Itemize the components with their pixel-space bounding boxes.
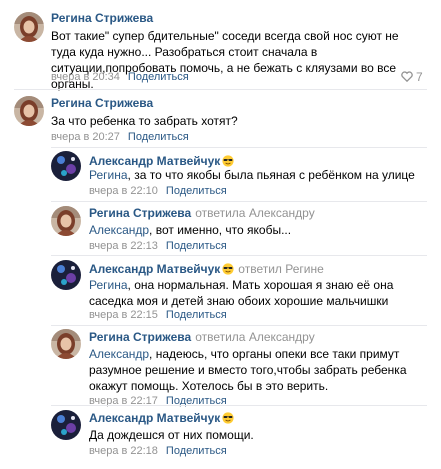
share-link[interactable]: Поделиться <box>166 445 227 457</box>
addressee-link[interactable]: Регина <box>89 168 128 182</box>
like-button[interactable]: 7 <box>401 70 423 84</box>
separator <box>51 405 427 406</box>
comment-author-name[interactable]: Александр Матвейчук <box>89 154 220 168</box>
comment-author[interactable]: Регина Стрижева <box>51 96 153 110</box>
heart-icon <box>401 71 413 83</box>
separator <box>14 89 427 90</box>
comment-text: За что ребенка то забрать хотят? <box>51 114 238 128</box>
sunglasses-emoji-icon <box>222 263 234 275</box>
addressee-link[interactable]: Регина <box>89 278 128 292</box>
separator <box>51 201 427 202</box>
sunglasses-emoji-icon <box>222 155 234 167</box>
comment-author[interactable]: Регина Стрижева <box>51 11 153 25</box>
comment-meta: вчера в 20:27 Поделиться <box>51 131 189 143</box>
comment-author[interactable]: Регина Стрижева ответила Александру <box>89 206 315 220</box>
share-link[interactable]: Поделиться <box>128 71 189 83</box>
avatar[interactable] <box>14 12 44 42</box>
separator <box>51 147 427 148</box>
separator <box>51 255 427 256</box>
comment-time[interactable]: вчера в 22:18 <box>89 445 158 457</box>
comment-author-name[interactable]: Александр Матвейчук <box>89 411 220 425</box>
comment-meta: вчера в 22:10 Поделиться <box>89 185 227 197</box>
comment-meta: вчера в 22:15 Поделиться <box>89 309 227 321</box>
comment-author[interactable]: Регина Стрижева ответила Александру <box>89 330 315 344</box>
avatar[interactable] <box>51 410 81 440</box>
share-link[interactable]: Поделиться <box>166 185 227 197</box>
comment-body: , она нормальная. Мать хорошая я знаю её… <box>89 278 394 308</box>
comment-time[interactable]: вчера в 20:34 <box>51 71 120 83</box>
comment-author-name[interactable]: Александр Матвейчук <box>89 262 220 276</box>
comment-meta: вчера в 22:13 Поделиться <box>89 240 227 252</box>
like-count: 7 <box>416 70 423 84</box>
avatar[interactable] <box>51 151 81 181</box>
reply-to-label[interactable]: ответила Александру <box>195 330 315 344</box>
comment-author-name[interactable]: Регина Стрижева <box>89 206 191 220</box>
avatar[interactable] <box>14 96 44 126</box>
reply-to-label[interactable]: ответил Регине <box>238 262 324 276</box>
comment-time[interactable]: вчера в 22:15 <box>89 309 158 321</box>
comment-author[interactable]: Александр Матвейчук <box>89 154 234 168</box>
reply-to-label[interactable]: ответила Александру <box>195 206 315 220</box>
avatar[interactable] <box>51 206 81 236</box>
comment-author[interactable]: Александр Матвейчук ответил Регине <box>89 262 324 276</box>
comment-time[interactable]: вчера в 22:10 <box>89 185 158 197</box>
comment-author[interactable]: Александр Матвейчук <box>89 411 234 425</box>
sunglasses-emoji-icon <box>222 412 234 424</box>
avatar[interactable] <box>51 260 81 290</box>
comment-body: , за то что якобы была пьяная с ребёнком… <box>127 168 415 182</box>
comment-time[interactable]: вчера в 22:13 <box>89 240 158 252</box>
separator <box>51 325 427 326</box>
comment-text: Александр, вот именно, что якобы... <box>89 222 429 238</box>
share-link[interactable]: Поделиться <box>166 309 227 321</box>
avatar[interactable] <box>51 329 81 359</box>
comment-author-name[interactable]: Регина Стрижева <box>89 330 191 344</box>
comment-text: Регина, она нормальная. Мать хорошая я з… <box>89 277 434 309</box>
comment-meta: вчера в 22:18 Поделиться <box>89 445 227 457</box>
share-link[interactable]: Поделиться <box>128 131 189 143</box>
comment-text: Регина, за то что якобы была пьяная с ре… <box>89 167 429 183</box>
comment-text: Александр, надеюсь, что органы опеки все… <box>89 346 414 394</box>
addressee-link[interactable]: Александр <box>89 347 149 361</box>
addressee-link[interactable]: Александр <box>89 223 149 237</box>
comment-meta: вчера в 20:34 Поделиться <box>51 71 189 83</box>
comment-body: , вот именно, что якобы... <box>149 223 292 237</box>
share-link[interactable]: Поделиться <box>166 240 227 252</box>
comment-time[interactable]: вчера в 20:27 <box>51 131 120 143</box>
comment-text: Да дождешся от них помощи. <box>89 428 254 442</box>
